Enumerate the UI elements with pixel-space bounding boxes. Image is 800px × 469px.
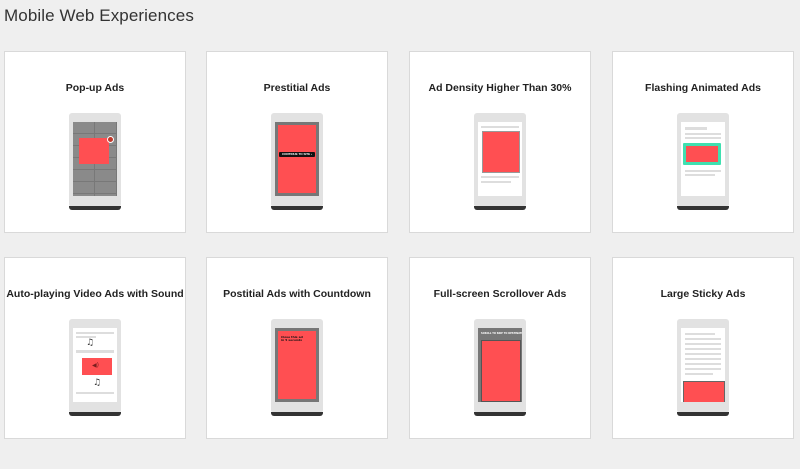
text-line	[685, 137, 721, 139]
phone-screen: SCROLL TO SKIP TO DESTINATION	[478, 328, 522, 402]
text-line	[685, 343, 721, 345]
text-line	[685, 338, 721, 340]
card-title: Postitial Ads with Countdown	[223, 288, 371, 300]
text-line	[685, 348, 721, 350]
close-icon	[107, 136, 114, 143]
phone-screen	[73, 122, 117, 196]
scroll-to-skip-text: SCROLL TO SKIP TO DESTINATION	[481, 332, 522, 335]
card-prestitial-ads[interactable]: Prestitial Ads CONTINUE TO SITE ›	[206, 51, 388, 233]
phone-screen: CONTINUE TO SITE ›	[275, 122, 319, 196]
text-line	[685, 368, 721, 370]
countdown-text: Close this ad in 5 seconds	[281, 335, 303, 343]
card-title: Ad Density Higher Than 30%	[428, 82, 572, 94]
popup-ad	[79, 138, 109, 164]
text-line	[685, 127, 707, 130]
phone-screen: ♫ ◀) ♫	[73, 328, 117, 402]
phone-illustration	[69, 113, 121, 210]
flashing-ad	[686, 146, 718, 162]
phone-illustration: ♫ ◀) ♫	[69, 319, 121, 416]
card-flashing-animated-ads[interactable]: Flashing Animated Ads	[612, 51, 794, 233]
music-note-icon: ♫	[86, 338, 95, 348]
phone-illustration	[474, 113, 526, 210]
card-popup-ads[interactable]: Pop-up Ads	[4, 51, 186, 233]
card-postitial-countdown-ads[interactable]: Postitial Ads with Countdown Close this …	[206, 257, 388, 439]
text-line	[76, 350, 114, 353]
phone-illustration	[677, 113, 729, 210]
music-note-icon: ♫	[93, 378, 102, 388]
text-line	[685, 174, 715, 176]
text-line	[481, 176, 519, 178]
text-line	[685, 363, 721, 365]
card-title: Full-screen Scrollover Ads	[433, 288, 567, 300]
text-line	[76, 332, 114, 334]
scrollover-ad	[481, 340, 521, 402]
text-line	[685, 133, 721, 135]
card-title: Large Sticky Ads	[660, 288, 746, 300]
card-autoplay-video-ads[interactable]: Auto-playing Video Ads with Sound ♫ ◀) ♫	[4, 257, 186, 439]
dense-ad	[482, 131, 520, 173]
card-title: Pop-up Ads	[65, 82, 125, 94]
phone-screen	[681, 328, 725, 402]
text-line	[685, 333, 715, 335]
text-line	[76, 392, 114, 394]
card-title: Flashing Animated Ads	[645, 82, 761, 94]
text-line	[685, 358, 721, 360]
sticky-ad	[683, 381, 725, 402]
page-title: Mobile Web Experiences	[4, 6, 194, 25]
text-line	[685, 373, 713, 375]
phone-screen	[478, 122, 522, 196]
card-title: Auto-playing Video Ads with Sound	[6, 288, 184, 300]
phone-illustration: CONTINUE TO SITE ›	[271, 113, 323, 210]
text-line	[481, 181, 511, 183]
card-scrollover-ads[interactable]: Full-screen Scrollover Ads SCROLL TO SKI…	[409, 257, 591, 439]
prestitial-ad	[278, 125, 316, 193]
phone-screen: Close this ad in 5 seconds	[275, 328, 319, 402]
speaker-icon: ◀)	[92, 362, 99, 369]
phone-illustration: SCROLL TO SKIP TO DESTINATION	[474, 319, 526, 416]
card-large-sticky-ads[interactable]: Large Sticky Ads	[612, 257, 794, 439]
phone-screen	[681, 122, 725, 196]
phone-illustration	[677, 319, 729, 416]
text-line	[685, 353, 721, 355]
card-ad-density[interactable]: Ad Density Higher Than 30%	[409, 51, 591, 233]
continue-to-site-button: CONTINUE TO SITE ›	[279, 152, 315, 157]
phone-illustration: Close this ad in 5 seconds	[271, 319, 323, 416]
card-title: Prestitial Ads	[263, 82, 331, 94]
text-line	[481, 126, 519, 128]
text-line	[685, 170, 721, 172]
